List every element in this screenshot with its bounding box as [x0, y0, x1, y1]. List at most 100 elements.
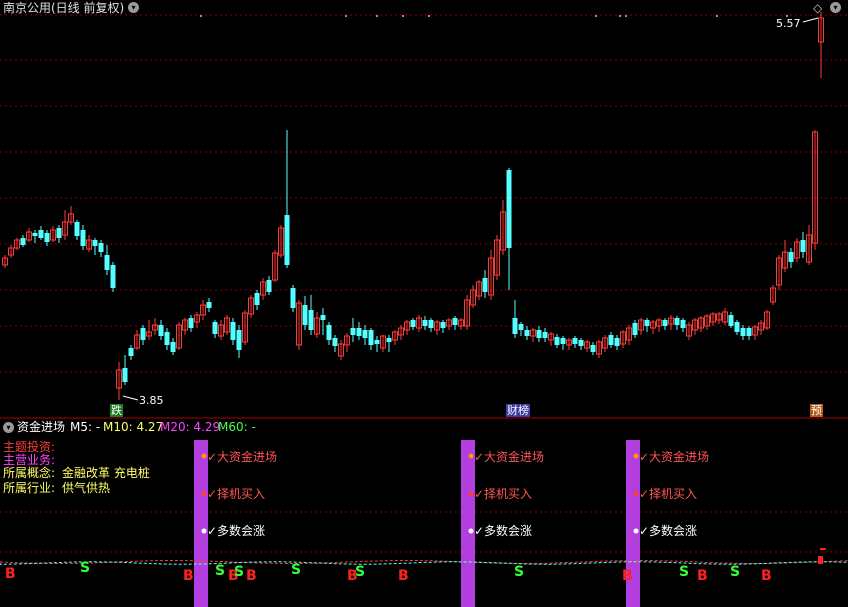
industry-value: 供气供热 [62, 481, 111, 495]
signal-big-capital: ✓大资金进场 [474, 450, 545, 464]
signal-big-capital: ✓大资金进场 [639, 450, 710, 464]
bs-mark: S [291, 562, 302, 578]
bs-mark: S [234, 564, 245, 580]
candle-body-down [452, 318, 458, 325]
chevron-down-icon[interactable]: ▾ [830, 2, 841, 13]
main-business-label: 主营业务: [3, 453, 56, 467]
signal-dot [633, 528, 639, 534]
top-marker-dot [402, 15, 404, 17]
candle-body-down [158, 325, 164, 336]
top-marker-dot [200, 15, 202, 17]
concept-value: 金融改革 充电桩 [62, 466, 150, 480]
candle-body-down [356, 328, 362, 336]
min-price-arrow [122, 395, 139, 401]
candle-body-down [320, 315, 326, 320]
finance-marker[interactable]: 财榜 [506, 404, 530, 417]
candle-body-down [302, 305, 308, 325]
candle-body-down [92, 240, 98, 246]
candle-body-down [206, 302, 212, 308]
drop-marker[interactable]: 跌 [110, 404, 123, 417]
candle-body-down [728, 315, 734, 326]
max-price-arrow [802, 17, 819, 23]
chevron-down-icon[interactable]: ▾ [3, 422, 14, 433]
candle-body-down [80, 230, 86, 246]
indicator-bar [820, 548, 826, 550]
candle-body-down [38, 230, 44, 238]
candle-body-down [44, 233, 50, 242]
signal-purple-bar [461, 440, 475, 607]
signal-dot [468, 453, 474, 459]
indicator-name: 资金进场 [17, 420, 66, 434]
bs-mark: S [215, 563, 226, 579]
candle-body-down [506, 170, 512, 248]
top-marker-dot [619, 15, 621, 17]
ma60-label: M60: - [218, 420, 256, 434]
signal-dot [201, 528, 207, 534]
candle-body-down [560, 338, 566, 344]
bs-mark: B [697, 568, 708, 584]
candle-body-down [680, 320, 686, 328]
candle-body-down [326, 325, 332, 340]
bs-mark: B [398, 568, 409, 584]
signal-majority-up: ✓多数会涨 [474, 524, 533, 538]
candle-body-down [164, 332, 170, 345]
bs-mark: B [5, 566, 16, 582]
candle-body-down [788, 252, 794, 262]
candle-body-down [236, 330, 242, 350]
ma5-label: M5: - [70, 420, 101, 434]
signal-majority-up: ✓多数会涨 [639, 524, 698, 538]
theme-investment-label: 主题投资: [3, 440, 56, 454]
candle-body-down [308, 310, 314, 330]
candle-body-down [284, 215, 290, 265]
candle-body-down [578, 340, 584, 346]
signal-dot [633, 453, 639, 459]
diamond-icon[interactable]: ◇ [813, 1, 822, 15]
candle-body-down [542, 332, 548, 338]
signal-purple-bar [194, 440, 208, 607]
candle-body-down [332, 338, 338, 346]
signal-dot [468, 491, 474, 497]
candle-body-down [674, 318, 680, 325]
bs-mark: B [183, 568, 194, 584]
candle-body-down [512, 318, 518, 334]
stock-chart-window: 南京公用(日线 前复权) ▾ ◇ ▾ 5.57 3.85 跌 财榜 预 ▾ 资金… [0, 0, 848, 607]
candle-body-down [662, 320, 668, 326]
candle-body-down [386, 338, 392, 342]
indicator-bar [818, 556, 823, 564]
candle-body-down [608, 335, 614, 345]
pre-marker[interactable]: 预 [810, 404, 823, 417]
ma20-label: M20: 4.29 [160, 420, 221, 434]
candle-body-down [128, 348, 134, 356]
candle-body-down [524, 330, 530, 336]
candle-body-down [374, 340, 380, 344]
candle-body-down [98, 243, 104, 252]
candle-body-down [20, 238, 26, 245]
signal-dot [201, 453, 207, 459]
candle-body-down [290, 288, 296, 308]
candle-body-down [266, 280, 272, 292]
top-marker-dot [345, 15, 347, 17]
candle-body-down [56, 228, 62, 238]
candle-body-down [350, 328, 356, 335]
concept-label: 所属概念: [3, 466, 56, 480]
candle-body-down [230, 322, 236, 340]
bs-mark: B [246, 568, 257, 584]
signal-select-buy: ✓择机买入 [639, 487, 698, 501]
candle-body-down [188, 318, 194, 328]
candle-body-down [746, 328, 752, 336]
candle-body-down [734, 322, 740, 332]
candle-body-down [572, 338, 578, 344]
signal-select-buy: ✓择机买入 [474, 487, 533, 501]
candle-body-down [368, 330, 374, 345]
candle-body-down [110, 265, 116, 288]
chevron-down-icon[interactable]: ▾ [128, 2, 139, 13]
candle-body-down [140, 328, 146, 340]
candle-body-down [440, 322, 446, 328]
candle-body-down [422, 320, 428, 326]
signal-dot [633, 491, 639, 497]
bs-mark: S [80, 560, 91, 576]
max-price-label: 5.57 [776, 17, 801, 30]
bs-mark: S [514, 564, 525, 580]
bs-mark: S [355, 564, 366, 580]
candle-body-down [104, 255, 110, 270]
